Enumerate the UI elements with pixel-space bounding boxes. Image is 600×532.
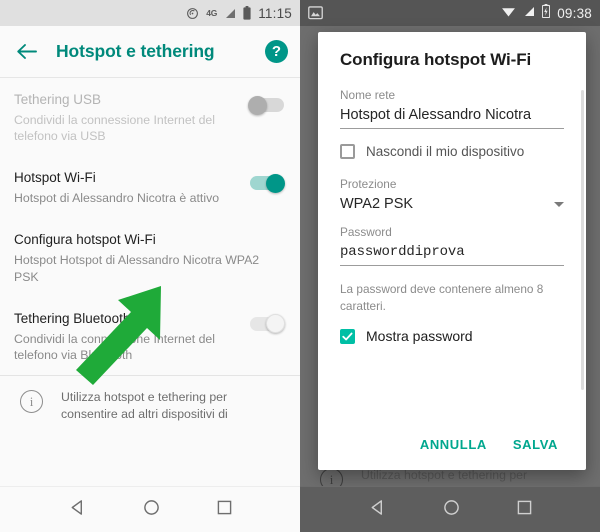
battery-charging-icon (542, 3, 551, 23)
security-field-group: Protezione WPA2 PSK (340, 177, 564, 212)
nav-home-icon[interactable] (443, 499, 460, 521)
security-value: WPA2 PSK (340, 196, 414, 212)
dialog-scrollbar[interactable] (581, 90, 584, 390)
toggle-tethering-bluetooth[interactable] (250, 314, 285, 334)
chevron-down-icon (554, 201, 564, 207)
list-item-tethering-bluetooth[interactable]: Tethering Bluetooth Condividi la conness… (0, 297, 300, 375)
cast-icon (186, 7, 199, 20)
password-hint: La password deve contenere almeno 8 cara… (340, 282, 544, 313)
list-item-title: Configura hotspot Wi-Fi (14, 232, 156, 248)
password-input[interactable]: passworddiprova (340, 244, 564, 266)
list-item-subtitle: Condividi la connessione Internet del te… (14, 331, 215, 362)
right-phone-screen: 09:38 i Utilizza hotspot e tethering per… (300, 0, 600, 532)
screenshot-root: 4G 11:15 Hotspot e tethering ? Tethering… (0, 0, 600, 532)
help-icon[interactable]: ? (265, 40, 288, 63)
right-clock: 09:38 (557, 5, 592, 21)
network-type-label: 4G (206, 8, 218, 18)
toggle-hotspot-wifi[interactable] (250, 173, 285, 193)
network-name-label: Nome rete (340, 88, 396, 102)
wifi-icon (501, 4, 516, 22)
hide-device-checkbox[interactable] (340, 144, 355, 159)
settings-list: Tethering USB Condividi la connessione I… (0, 78, 300, 434)
list-item-subtitle: Condividi la connessione Internet del te… (14, 112, 215, 144)
info-icon: i (20, 390, 43, 414)
nav-back-icon[interactable] (369, 499, 386, 521)
nav-recents-icon[interactable] (517, 500, 532, 520)
list-item-subtitle: Hotspot di Alessandro Nicotra è attivo (14, 191, 220, 206)
toggle-knob (266, 314, 285, 334)
password-field-group: Password passworddiprova (340, 225, 564, 266)
save-button[interactable]: SALVA (503, 429, 568, 460)
nav-back-icon[interactable] (69, 499, 86, 521)
network-name-input[interactable]: Hotspot di Alessandro Nicotra (340, 107, 564, 129)
show-password-label: Mostra password (366, 328, 473, 345)
list-item-subtitle: Hotspot Hotspot di Alessandro Nicotra WP… (14, 253, 260, 284)
list-item-title: Hotspot Wi-Fi (14, 170, 96, 186)
toggle-tethering-usb (248, 95, 284, 115)
list-item-tethering-usb: Tethering USB Condividi la connessione I… (0, 78, 300, 156)
back-arrow-icon[interactable] (14, 39, 40, 65)
right-nav-bar (300, 486, 600, 532)
left-footnote-text: Utilizza hotspot e tethering per consent… (61, 390, 228, 422)
left-clock: 11:15 (258, 5, 292, 21)
nav-recents-icon[interactable] (217, 500, 232, 520)
network-name-field-group: Nome rete Hotspot di Alessandro Nicotra (340, 88, 564, 129)
toggle-knob (248, 95, 267, 115)
show-password-checkbox[interactable] (340, 328, 355, 344)
screenshot-icon (308, 6, 323, 20)
dialog-title: Configura hotspot Wi-Fi (340, 50, 532, 69)
configure-hotspot-dialog: Configura hotspot Wi-Fi Nome rete Hotspo… (318, 32, 586, 470)
list-item-title: Tethering USB (14, 92, 102, 107)
cancel-button[interactable]: ANNULLA (410, 429, 497, 460)
list-item-title: Tethering Bluetooth (14, 310, 131, 326)
toggle-knob (266, 173, 285, 193)
show-password-row[interactable]: Mostra password (340, 328, 564, 344)
nav-home-icon[interactable] (143, 499, 160, 521)
battery-icon (243, 6, 251, 20)
dialog-actions: ANNULLA SALVA (410, 429, 568, 460)
left-app-bar: Hotspot e tethering ? (0, 26, 300, 78)
left-phone-screen: 4G 11:15 Hotspot e tethering ? Tethering… (0, 0, 300, 532)
list-item-hotspot-wifi[interactable]: Hotspot Wi-Fi Hotspot di Alessandro Nico… (0, 156, 300, 218)
left-status-bar: 4G 11:15 (0, 0, 300, 26)
list-item-configura-hotspot[interactable]: Configura hotspot Wi-Fi Hotspot Hotspot … (0, 218, 300, 296)
right-status-bar: 09:38 (300, 0, 600, 26)
signal-icon (224, 8, 236, 19)
security-select[interactable]: WPA2 PSK (340, 196, 564, 212)
signal-icon (523, 4, 535, 22)
left-footnote: i Utilizza hotspot e tethering per conse… (0, 376, 300, 434)
security-label: Protezione (340, 177, 397, 191)
password-label: Password (340, 225, 392, 239)
hide-device-row[interactable]: Nascondi il mio dispositivo (340, 144, 564, 159)
left-nav-bar (0, 486, 300, 532)
page-title: Hotspot e tethering (56, 41, 215, 61)
hide-device-label: Nascondi il mio dispositivo (366, 144, 525, 159)
